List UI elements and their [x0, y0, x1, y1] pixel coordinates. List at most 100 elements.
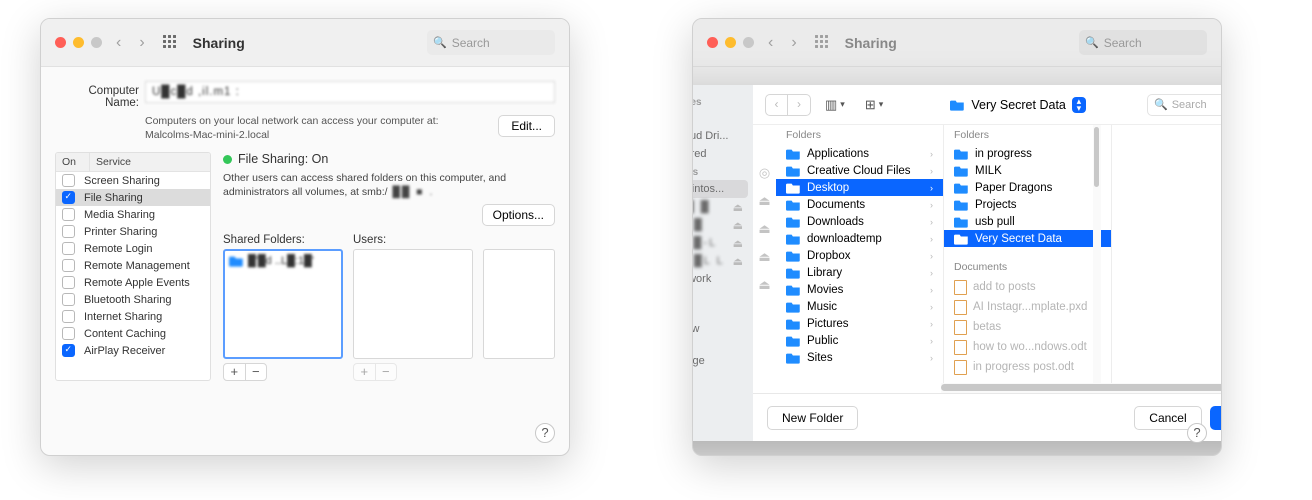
- folder-item[interactable]: Pictures›: [776, 315, 943, 332]
- checkbox[interactable]: [62, 344, 75, 357]
- zoom-icon[interactable]: [91, 37, 102, 48]
- folder-item[interactable]: Public›: [776, 332, 943, 349]
- checkbox[interactable]: [62, 293, 75, 306]
- view-columns-button[interactable]: ▥▾: [819, 94, 851, 116]
- checkbox[interactable]: [62, 327, 75, 340]
- eject-icon[interactable]: ⏏: [758, 277, 770, 293]
- checkbox[interactable]: [62, 191, 75, 204]
- folder-item[interactable]: Documents›: [776, 196, 943, 213]
- folder-item[interactable]: Applications›: [776, 145, 943, 162]
- checkbox[interactable]: [62, 259, 75, 272]
- checkbox[interactable]: [62, 310, 75, 323]
- chevron-right-icon: ›: [930, 200, 933, 210]
- remove-icon[interactable]: −: [246, 364, 267, 380]
- add-icon[interactable]: +: [224, 364, 246, 380]
- sidebar-tag-orange[interactable]: Orange: [692, 353, 753, 369]
- folder-icon: [786, 352, 801, 364]
- folder-item[interactable]: Downloads›: [776, 213, 943, 230]
- checkbox[interactable]: [62, 208, 75, 221]
- scrollbar-v[interactable]: [1093, 125, 1101, 383]
- finder-search[interactable]: 🔍 Search: [1147, 94, 1222, 116]
- back-icon[interactable]: ‹: [766, 95, 788, 115]
- help-button[interactable]: ?: [535, 423, 555, 443]
- service-row[interactable]: File Sharing: [56, 189, 210, 206]
- folder-item[interactable]: downloadtemp›: [776, 230, 943, 247]
- folder-item[interactable]: Music›: [776, 298, 943, 315]
- eject-icon[interactable]: ⏏: [758, 193, 770, 209]
- checkbox[interactable]: [62, 174, 75, 187]
- service-row[interactable]: Content Caching: [56, 325, 210, 342]
- service-row[interactable]: Remote Login: [56, 240, 210, 257]
- close-icon[interactable]: [707, 37, 718, 48]
- sidebar-item-device[interactable]: ⊡█L █-L⏏: [692, 234, 753, 252]
- options-button[interactable]: Options...: [482, 204, 555, 226]
- eject-icon[interactable]: ⏏: [758, 221, 770, 237]
- service-row[interactable]: AirPlay Receiver: [56, 342, 210, 359]
- computer-name-field[interactable]: U█c█d ,il.m1 :: [145, 81, 555, 103]
- forward-icon[interactable]: ›: [139, 34, 144, 52]
- sidebar-item-device[interactable]: ⊡1█ █⏏: [692, 216, 753, 234]
- service-row[interactable]: Media Sharing: [56, 206, 210, 223]
- checkbox[interactable]: [62, 276, 75, 289]
- sidebar-item-device[interactable]: ⊡█ █ █⏏: [692, 198, 753, 216]
- checkbox[interactable]: [62, 225, 75, 238]
- service-row[interactable]: Remote Management: [56, 257, 210, 274]
- chevron-right-icon: ›: [930, 302, 933, 312]
- group-button[interactable]: ⊞▾: [859, 94, 889, 116]
- folder-item[interactable]: Library›: [776, 264, 943, 281]
- updown-icon[interactable]: ▴▾: [1072, 97, 1086, 113]
- sidebar-tag-red[interactable]: Red: [692, 337, 753, 353]
- edit-button[interactable]: Edit...: [498, 115, 555, 137]
- minimize-icon[interactable]: [725, 37, 736, 48]
- eject-icon[interactable]: ⏏: [733, 201, 743, 214]
- folder-item[interactable]: Dropbox›: [776, 247, 943, 264]
- eject-icon[interactable]: ⏏: [733, 237, 743, 250]
- sidebar-item-macintosh-hd[interactable]: ⊟Macintos...: [692, 180, 748, 198]
- folder-item[interactable]: Movies›: [776, 281, 943, 298]
- folder-item[interactable]: Paper Dragons›: [944, 179, 1111, 196]
- back-icon[interactable]: ‹: [116, 34, 121, 52]
- eject-icon[interactable]: ⏏: [733, 219, 743, 232]
- location-popup[interactable]: Very Secret Data: [950, 98, 1066, 112]
- add-remove-shared[interactable]: +−: [223, 363, 267, 381]
- sidebar-tag-yellow[interactable]: Yellow: [692, 321, 753, 337]
- chevron-right-icon: ›: [930, 251, 933, 261]
- forward-icon[interactable]: ›: [788, 95, 810, 115]
- search-field[interactable]: 🔍 Search: [427, 30, 555, 55]
- folder-item[interactable]: Creative Cloud Files›: [776, 162, 943, 179]
- folder-item[interactable]: Projects›: [944, 196, 1111, 213]
- service-row[interactable]: Internet Sharing: [56, 308, 210, 325]
- service-row[interactable]: Printer Sharing: [56, 223, 210, 240]
- sidebar-item-network[interactable]: ⊕Network: [692, 270, 753, 288]
- minimize-icon[interactable]: [73, 37, 84, 48]
- checkbox[interactable]: [62, 242, 75, 255]
- perm-box[interactable]: [483, 249, 555, 359]
- service-row[interactable]: Bluetooth Sharing: [56, 291, 210, 308]
- sidebar-item-device[interactable]: ⊡█1 █L L⏏: [692, 252, 753, 270]
- sidebar-item-shared[interactable]: 📁Shared: [692, 145, 753, 163]
- close-icon[interactable]: [55, 37, 66, 48]
- folder-item[interactable]: MILK›: [944, 162, 1111, 179]
- service-row[interactable]: Screen Sharing: [56, 172, 210, 189]
- folder-icon: [786, 250, 801, 262]
- folder-item[interactable]: Sites›: [776, 349, 943, 366]
- disc-icon[interactable]: ◎: [759, 165, 770, 181]
- help-button[interactable]: ?: [1187, 423, 1207, 443]
- scrollbar-h[interactable]: [941, 383, 1222, 393]
- new-folder-button[interactable]: New Folder: [767, 406, 858, 430]
- eject-icon[interactable]: ⏏: [733, 255, 743, 268]
- sidebar-item-icloud-drive[interactable]: ☁︎iCloud Dri...: [692, 127, 753, 145]
- folder-item[interactable]: Desktop›: [776, 179, 943, 196]
- sb-tags-hdr: Tags: [692, 288, 753, 305]
- folder-item[interactable]: usb pull›: [944, 213, 1111, 230]
- users-box[interactable]: [353, 249, 473, 359]
- shared-folders-box[interactable]: █'█d ..L█:1█': [223, 249, 343, 359]
- service-row[interactable]: Remote Apple Events: [56, 274, 210, 291]
- eject-icon[interactable]: ⏏: [758, 249, 770, 265]
- folder-item[interactable]: Very Secret Data›: [944, 230, 1111, 247]
- folder-item[interactable]: in progress›: [944, 145, 1111, 162]
- add-button[interactable]: Add: [1210, 406, 1222, 430]
- shared-folder-item[interactable]: █'█d ..L█:1█': [229, 255, 337, 267]
- apps-grid-icon[interactable]: [163, 35, 179, 51]
- sidebar-tag-grey[interactable]: Grey: [692, 305, 753, 321]
